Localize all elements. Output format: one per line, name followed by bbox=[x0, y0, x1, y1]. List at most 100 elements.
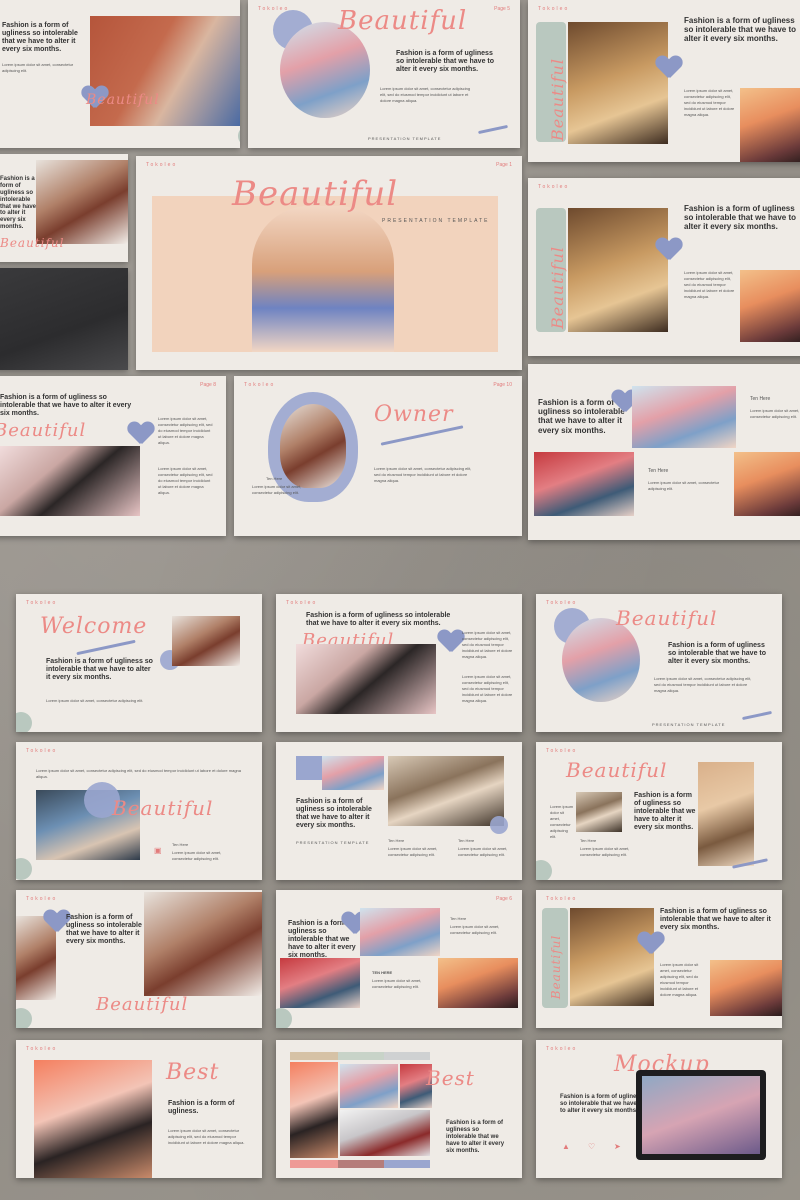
slide-paragraph: Lorem ipsum dolor sit amet, consectetur … bbox=[2, 62, 74, 73]
page-number: Page 6 bbox=[496, 896, 512, 902]
mid-paragraph: Lorem ipsum dolor sit amet, consectetur … bbox=[648, 480, 720, 491]
sage-blob bbox=[16, 1008, 32, 1028]
heart-outline-icon: ♡ bbox=[588, 1142, 596, 1151]
script-welcome: Welcome bbox=[40, 614, 148, 639]
brand-label: Tokoleo bbox=[26, 600, 58, 606]
page-number: Page 1 bbox=[496, 162, 512, 168]
caption-ten-here: Ten Here bbox=[450, 916, 467, 921]
page-number: Page 8 bbox=[200, 382, 216, 388]
slide-boudoir-grid: Tokoleo Fashion is a form of ugliness so… bbox=[276, 594, 522, 732]
page-number: Page 5 bbox=[494, 6, 510, 12]
blue-brush-stroke bbox=[478, 124, 508, 135]
photo-sunset-street bbox=[734, 452, 800, 516]
script-beautiful: Beautiful bbox=[112, 796, 214, 820]
slide-top-middle: Tokoleo Page 5 Beautiful Fashion is a fo… bbox=[248, 0, 520, 148]
slide-center-big: Tokoleo Page 1 Beautiful PRESENTATION TE… bbox=[136, 156, 522, 370]
heart-shape-icon bbox=[128, 422, 154, 448]
blue-brush-stroke bbox=[380, 425, 464, 446]
photo-boudoir bbox=[0, 446, 140, 516]
brand-label: Tokoleo bbox=[546, 1046, 578, 1052]
caption-ten-here: Ten Here bbox=[580, 838, 597, 843]
photo-sunset bbox=[710, 960, 782, 1016]
brand-label: Tokoleo bbox=[286, 600, 318, 606]
sage-blob bbox=[536, 860, 552, 880]
color-swatch-rose bbox=[338, 1160, 384, 1168]
color-swatch-lavender bbox=[384, 1160, 430, 1168]
brand-label: Tokoleo bbox=[146, 162, 178, 168]
heart-shape-icon bbox=[638, 932, 664, 958]
script-best: Best bbox=[166, 1060, 220, 1085]
slide-left-small: Fashion is a form of ugliness so intoler… bbox=[0, 154, 128, 262]
photo-tent bbox=[568, 208, 668, 332]
slide-mockup: Tokoleo Mockup Fashion is a form of ugli… bbox=[536, 1040, 782, 1178]
slide-caption: PRESENTATION TEMPLATE bbox=[652, 722, 726, 727]
script-beautiful: Beautiful bbox=[616, 606, 718, 630]
photo-woman-book bbox=[562, 618, 640, 702]
photo-sand-dress bbox=[698, 762, 754, 866]
script-beautiful-vertical: Beautiful bbox=[547, 58, 567, 141]
slide-best-palette: Best Fashion is a form of ugliness so in… bbox=[276, 1040, 522, 1178]
col-paragraph: Lorem ipsum dolor sit amet, consectetur … bbox=[388, 846, 438, 857]
photo-woman-bed bbox=[36, 160, 128, 244]
photo-boudoir bbox=[296, 644, 436, 714]
slide-top-left: Fashion is a form of ugliness so intoler… bbox=[0, 0, 240, 148]
slide-paragraph: Lorem ipsum dolor sit amet, consectetur … bbox=[46, 698, 144, 703]
caption-paragraph: Lorem ipsum dolor sit amet, consectetur … bbox=[172, 850, 222, 861]
slide-paragraph-2: Lorem ipsum dolor sit amet, consectetur … bbox=[158, 466, 213, 495]
script-owner: Owner bbox=[374, 402, 454, 427]
slide-beautiful-book: Tokoleo Beautiful Fashion is a form of u… bbox=[536, 594, 782, 732]
photo-tent bbox=[568, 22, 668, 144]
photo-sunset bbox=[740, 88, 800, 162]
caption-ten-here: Ten Here bbox=[266, 476, 283, 481]
color-swatch-tan bbox=[290, 1052, 338, 1060]
slide-heading: Fashion is a form of ugliness so intoler… bbox=[684, 204, 797, 232]
send-icon: ➤ bbox=[614, 1142, 621, 1151]
slide-heading: Fashion is a form of ugliness so intoler… bbox=[296, 798, 372, 830]
mid-paragraph: Lorem ipsum dolor sit amet, consectetur … bbox=[372, 978, 422, 989]
brand-label: Tokoleo bbox=[546, 600, 578, 606]
slide-caption: PRESENTATION TEMPLATE bbox=[296, 840, 370, 845]
caption-ten-here-2: Ten Here bbox=[648, 468, 669, 474]
caption-ten-here: Ten Here bbox=[750, 396, 771, 402]
slide-heading: Fashion is a form of ugliness so intoler… bbox=[560, 1094, 644, 1114]
slide-heading: Fashion is a form of ugliness so intoler… bbox=[684, 16, 797, 44]
script-beautiful-vertical: Beautiful bbox=[547, 246, 567, 329]
slide-paragraph: Lorem ipsum dolor sit amet, consectetur … bbox=[36, 768, 241, 779]
photo-woman-book bbox=[280, 22, 370, 118]
slide-paragraph: Lorem ipsum dolor sit amet, consectetur … bbox=[684, 270, 735, 299]
blue-swatch bbox=[296, 756, 322, 780]
slide-owner: Tokoleo Page 10 Ten Here Lorem ipsum dol… bbox=[234, 376, 522, 536]
photo-pink-top bbox=[534, 452, 634, 516]
caption-ten-here-2: Ten Here bbox=[458, 838, 475, 843]
heart-shape-icon bbox=[656, 56, 682, 82]
slide-heading: Fashion is a form of ugliness so intoler… bbox=[446, 1120, 505, 1154]
script-beautiful: Beautiful bbox=[0, 236, 65, 250]
caption-ten-here: Ten Here bbox=[388, 838, 405, 843]
slide-paragraph: Lorem ipsum dolor sit amet, consectetur … bbox=[374, 466, 472, 483]
slide-tent-grid: Tokoleo Beautiful Fashion is a form of u… bbox=[536, 890, 782, 1028]
caption-ten-here-upper: TEN HERE bbox=[372, 970, 393, 975]
heart-shape-icon bbox=[438, 630, 464, 656]
photo-sunset bbox=[740, 270, 800, 342]
slide-paragraph-2: Lorem ipsum dolor sit amet, consectetur … bbox=[462, 674, 513, 703]
page-number: Page 10 bbox=[493, 382, 512, 388]
slide-best-fashion: Tokoleo Best Fashion is a form of ugline… bbox=[16, 1040, 262, 1178]
slide-paragraph: Lorem ipsum dolor sit amet, consectetur … bbox=[684, 88, 735, 117]
slide-paragraph: Lorem ipsum dolor sit amet, consectetur … bbox=[660, 962, 699, 997]
brand-label: Tokoleo bbox=[26, 748, 58, 754]
thumb-icon: ▲ bbox=[562, 1142, 570, 1151]
slide-paragraph: Lorem ipsum dolor sit amet, consectetur … bbox=[158, 416, 213, 445]
brand-label: Tokoleo bbox=[26, 896, 58, 902]
photo-group bbox=[340, 1064, 398, 1108]
camera-icon: ▣ bbox=[154, 846, 162, 855]
side-paragraph: Lorem ipsum dolor sit amet, consectetur … bbox=[550, 804, 574, 839]
script-beautiful: Beautiful bbox=[96, 994, 189, 1015]
brand-label: Tokoleo bbox=[538, 184, 570, 190]
brand-label: Tokoleo bbox=[538, 6, 570, 12]
photo-small bbox=[576, 792, 622, 832]
tagline: PRESENTATION TEMPLATE bbox=[382, 218, 490, 224]
sage-blob bbox=[16, 712, 32, 732]
script-best: Best bbox=[426, 1066, 475, 1090]
caption-ten-here: Ten Here bbox=[172, 842, 189, 847]
photo-welcome bbox=[172, 616, 240, 666]
